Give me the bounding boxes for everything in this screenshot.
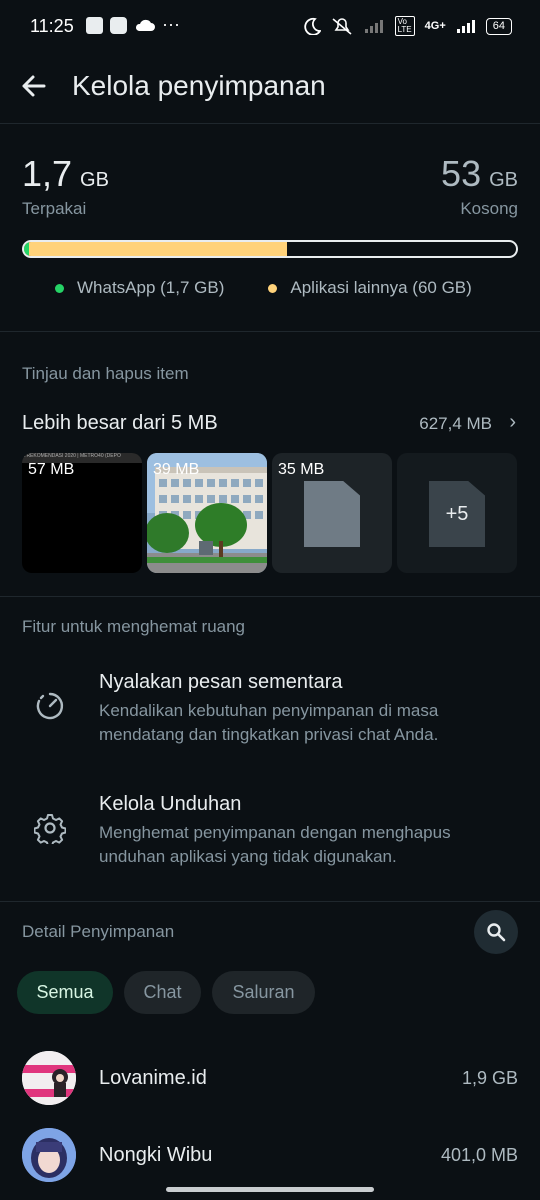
- back-arrow-icon[interactable]: [20, 70, 48, 102]
- avatar: [22, 1128, 76, 1182]
- section-divider: [0, 331, 540, 332]
- section-divider: [0, 901, 540, 902]
- home-indicator[interactable]: [166, 1187, 374, 1192]
- whatsapp-fill: [24, 242, 29, 256]
- header-divider: [0, 123, 540, 124]
- app-bar: Kelola penyimpanan: [0, 56, 540, 122]
- battery-icon: 64: [485, 17, 512, 35]
- list-item-name: Nongki Wibu: [99, 1144, 213, 1166]
- other-apps-fill: [24, 242, 288, 256]
- legend-other-label: Aplikasi lainnya (60 GB): [290, 278, 472, 297]
- filter-chip-channels[interactable]: Saluran: [212, 971, 315, 1014]
- status-bar: 11:25 ··· Vo LTE 4G+ 64: [0, 0, 540, 56]
- used-label: Terpakai: [22, 199, 87, 218]
- list-item-size: 1,9 GB: [461, 1068, 518, 1088]
- search-icon: [487, 923, 506, 942]
- page-title: Kelola penyimpanan: [72, 70, 326, 101]
- large-files-row[interactable]: Lebih besar dari 5 MB 627,4 MB ›: [0, 400, 540, 446]
- signal-full-icon: [456, 20, 475, 33]
- feature-description: Menghemat penyimpanan dengan menghapus u…: [99, 823, 451, 866]
- large-file-thumb[interactable]: A REKOMENDASI 2020 | METRO40 (DEPO 57 MB: [22, 453, 142, 573]
- features-section-title: Fitur untuk menghemat ruang: [22, 617, 246, 636]
- muted-bell-icon: [332, 18, 352, 35]
- more-files-thumb[interactable]: +5: [397, 453, 517, 573]
- more-count: +5: [445, 503, 469, 525]
- legend-other-apps: Aplikasi lainnya (60 GB): [268, 278, 472, 298]
- document-icon: [304, 481, 360, 547]
- details-section-title: Detail Penyimpanan: [22, 922, 175, 941]
- section-divider: [0, 596, 540, 597]
- cloud-icon: [135, 19, 155, 31]
- free-label: Kosong: [460, 199, 518, 218]
- storage-list-item[interactable]: Lovanime.id 1,9 GB: [0, 1047, 540, 1111]
- used-unit: GB: [80, 169, 109, 191]
- free-value: 53: [441, 153, 482, 194]
- feature-title: Kelola Unduhan: [99, 793, 242, 815]
- search-button[interactable]: [474, 910, 518, 954]
- thumb-size: 57 MB: [28, 461, 75, 478]
- storage-usage-bar: [22, 240, 518, 258]
- status-icons: Vo LTE 4G+ 64: [303, 16, 512, 36]
- thumb-size: 35 MB: [278, 461, 325, 478]
- list-item-name: Lovanime.id: [99, 1067, 207, 1089]
- legend-whatsapp-label: WhatsApp (1,7 GB): [77, 278, 225, 297]
- thumb-size: 39 MB: [153, 461, 200, 478]
- volte-icon: Vo LTE: [394, 16, 415, 36]
- timer-icon: [36, 692, 64, 720]
- filter-chip-all[interactable]: Semua: [17, 971, 113, 1014]
- other-apps-dot-icon: [268, 284, 278, 294]
- whatsapp-dot-icon: [55, 284, 64, 294]
- network-type: 4G+: [424, 20, 446, 32]
- used-value: 1,7: [22, 153, 73, 194]
- list-item-size: 401,0 MB: [440, 1145, 518, 1165]
- large-files-title: Lebih besar dari 5 MB: [22, 412, 218, 434]
- notification-icon: [86, 17, 103, 34]
- moon-icon: [303, 17, 321, 35]
- review-section-title: Tinjau dan hapus item: [22, 364, 189, 383]
- gear-icon: [34, 814, 66, 844]
- filter-chip-chat[interactable]: Chat: [124, 971, 201, 1014]
- storage-legend: WhatsApp (1,7 GB) Aplikasi lainnya (60 G…: [55, 278, 472, 298]
- manage-downloads-row[interactable]: Kelola Unduhan Menghemat penyimpanan den…: [0, 782, 540, 882]
- large-file-thumb[interactable]: 39 MB: [147, 453, 267, 573]
- avatar: [22, 1051, 76, 1105]
- avatar-image: [22, 1051, 76, 1105]
- chevron-right-icon: ›: [509, 411, 516, 433]
- avatar-image: [22, 1128, 76, 1182]
- storage-list-item[interactable]: Nongki Wibu 401,0 MB: [0, 1124, 540, 1188]
- grab-app-icon: [110, 17, 127, 34]
- large-file-thumb[interactable]: 35 MB: [272, 453, 392, 573]
- legend-whatsapp: WhatsApp (1,7 GB): [55, 278, 224, 298]
- disappearing-messages-row[interactable]: Nyalakan pesan sementara Kendalikan kebu…: [0, 660, 540, 760]
- signal-weak-icon: [364, 20, 383, 33]
- feature-description: Kendalikan kebutuhan penyimpanan di masa…: [99, 701, 439, 744]
- used-storage: 1,7 GB: [22, 153, 109, 195]
- large-files-size: 627,4 MB: [419, 414, 492, 433]
- more-notifications-icon: ···: [162, 14, 180, 34]
- feature-title: Nyalakan pesan sementara: [99, 671, 343, 693]
- status-time: 11:25: [30, 16, 74, 36]
- free-unit: GB: [489, 169, 518, 191]
- free-storage: 53 GB: [441, 153, 518, 195]
